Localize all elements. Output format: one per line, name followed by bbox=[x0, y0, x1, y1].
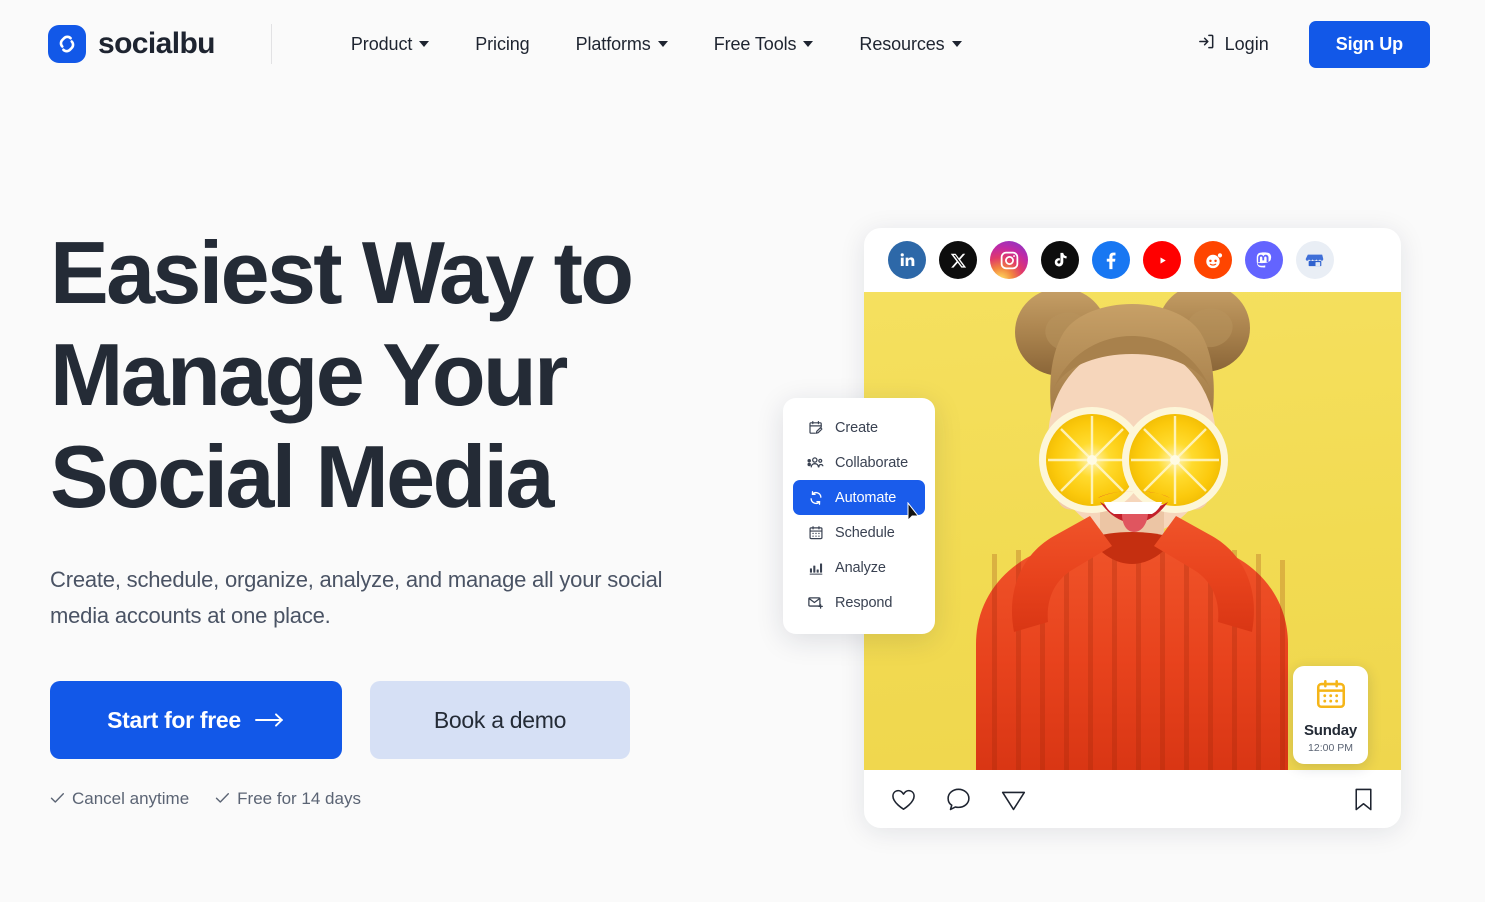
hero-title-line-1: Easiest Way to bbox=[50, 223, 634, 322]
menu-item-label: Automate bbox=[835, 489, 897, 506]
calendar-icon bbox=[807, 524, 824, 541]
landing-page: socialbu Product Pricing Platforms Free … bbox=[0, 0, 1485, 902]
menu-item-label: Schedule bbox=[835, 524, 895, 541]
hero-title-line-3: Social Media bbox=[50, 427, 554, 527]
schedule-badge: Sunday 12:00 PM bbox=[1293, 666, 1368, 764]
nav-label: Free Tools bbox=[713, 33, 797, 54]
main-nav: Product Pricing Platforms Free Tools Res… bbox=[328, 24, 985, 65]
menu-item-label: Respond bbox=[835, 594, 893, 611]
nav-label: Resources bbox=[859, 33, 945, 54]
check-icon bbox=[50, 789, 65, 809]
menu-item-create[interactable]: Create bbox=[793, 410, 925, 445]
calendar-edit-icon bbox=[807, 419, 824, 436]
tiktok-icon[interactable] bbox=[1041, 241, 1079, 279]
page-title: Easiest Way to Manage Your Social Media bbox=[50, 222, 770, 528]
header-actions: Login Sign Up bbox=[1197, 20, 1430, 68]
mastodon-icon[interactable] bbox=[1245, 241, 1283, 279]
users-icon bbox=[807, 454, 824, 471]
post-action-bar bbox=[864, 770, 1401, 828]
hero-title-line-2: Manage Your bbox=[50, 325, 568, 425]
assurance-free-trial: Free for 14 days bbox=[215, 789, 361, 809]
menu-item-collaborate[interactable]: Collaborate bbox=[793, 445, 925, 480]
assurance-row: Cancel anytime Free for 14 days bbox=[50, 789, 770, 809]
assurance-label: Cancel anytime bbox=[72, 789, 190, 809]
menu-item-schedule[interactable]: Schedule bbox=[793, 515, 925, 550]
chevron-down-icon bbox=[951, 41, 962, 47]
menu-item-label: Create bbox=[835, 419, 878, 436]
nav-label: Platforms bbox=[575, 33, 651, 54]
calendar-icon bbox=[1314, 679, 1348, 715]
nav-item-pricing[interactable]: Pricing bbox=[452, 24, 552, 65]
nav-label: Product bbox=[350, 33, 413, 54]
cta-row: Start for free Book a demo bbox=[50, 681, 770, 760]
book-a-demo-button[interactable]: Book a demo bbox=[370, 681, 630, 760]
instagram-icon[interactable] bbox=[990, 241, 1028, 279]
chevron-down-icon bbox=[657, 41, 668, 47]
google-business-icon[interactable] bbox=[1296, 241, 1334, 279]
nav-item-resources[interactable]: Resources bbox=[836, 24, 984, 65]
platform-icon-row bbox=[864, 228, 1401, 292]
socialbu-s-logo-icon bbox=[48, 25, 86, 63]
nav-label: Pricing bbox=[475, 33, 530, 54]
sign-in-icon bbox=[1197, 32, 1216, 56]
sync-refresh-icon bbox=[807, 489, 824, 506]
brand-logo[interactable]: socialbu bbox=[48, 25, 216, 63]
start-for-free-button[interactable]: Start for free bbox=[50, 681, 342, 760]
youtube-icon[interactable] bbox=[1143, 241, 1181, 279]
mail-reply-icon bbox=[807, 594, 824, 611]
header-divider bbox=[270, 24, 272, 64]
site-header: socialbu Product Pricing Platforms Free … bbox=[0, 0, 1485, 88]
x-twitter-icon[interactable] bbox=[939, 241, 977, 279]
reddit-icon[interactable] bbox=[1194, 241, 1232, 279]
brand-name: socialbu bbox=[98, 27, 216, 60]
linkedin-icon[interactable] bbox=[888, 241, 926, 279]
menu-item-analyze[interactable]: Analyze bbox=[793, 550, 925, 585]
nav-item-platforms[interactable]: Platforms bbox=[553, 24, 691, 65]
arrow-right-icon bbox=[254, 707, 285, 734]
login-button[interactable]: Login bbox=[1197, 32, 1269, 56]
menu-item-automate[interactable]: Automate bbox=[793, 480, 925, 515]
paper-plane-icon[interactable] bbox=[1000, 786, 1027, 813]
schedule-time: 12:00 PM bbox=[1308, 742, 1353, 754]
assurance-cancel-anytime: Cancel anytime bbox=[50, 789, 189, 809]
nav-item-free-tools[interactable]: Free Tools bbox=[691, 24, 837, 65]
hero-section: Easiest Way to Manage Your Social Media … bbox=[50, 222, 770, 809]
menu-item-respond[interactable]: Respond bbox=[793, 585, 925, 620]
schedule-day: Sunday bbox=[1304, 722, 1357, 739]
assurance-label: Free for 14 days bbox=[237, 789, 361, 809]
heart-icon[interactable] bbox=[890, 786, 917, 813]
hero-subtitle: Create, schedule, organize, analyze, and… bbox=[50, 567, 663, 628]
check-icon bbox=[215, 789, 230, 809]
mouse-cursor-icon bbox=[907, 501, 923, 529]
comment-icon[interactable] bbox=[945, 786, 972, 813]
facebook-icon[interactable] bbox=[1092, 241, 1130, 279]
chevron-down-icon bbox=[803, 41, 814, 47]
start-for-free-label: Start for free bbox=[107, 706, 241, 733]
bar-chart-icon bbox=[807, 559, 824, 576]
chevron-down-icon bbox=[419, 41, 430, 47]
nav-item-product[interactable]: Product bbox=[328, 24, 452, 65]
bookmark-icon[interactable] bbox=[1352, 786, 1375, 813]
menu-item-label: Analyze bbox=[835, 559, 886, 576]
menu-item-label: Collaborate bbox=[835, 454, 909, 471]
signup-button[interactable]: Sign Up bbox=[1308, 20, 1430, 68]
login-label: Login bbox=[1224, 33, 1269, 54]
